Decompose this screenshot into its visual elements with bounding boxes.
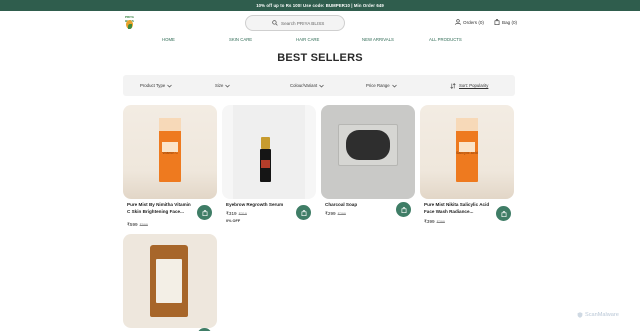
page-title: BEST SELLERS <box>277 52 363 64</box>
product-name[interactable]: Charcoal Soap <box>325 202 391 209</box>
bag-icon <box>401 206 406 213</box>
nav-hair-care[interactable]: HAIR CARE <box>296 36 319 43</box>
product-price: ₹319 <box>226 211 237 216</box>
product-price: ₹599 <box>127 222 138 227</box>
product-mrp: ₹599 <box>139 223 148 227</box>
product-name[interactable]: Eyebrow Regrowth Serum <box>226 202 292 209</box>
search-icon <box>272 20 278 26</box>
soap-bar <box>346 130 390 160</box>
brand-logo[interactable]: PRIYA BLISS <box>121 13 138 32</box>
product-box: Salicylic Acid <box>456 118 478 182</box>
product-image[interactable]: Salicylic Acid <box>420 105 514 199</box>
orders-label: Orders (0) <box>463 19 484 25</box>
add-to-cart-button[interactable] <box>496 206 511 221</box>
nav-skin-care[interactable]: SKIN CARE <box>229 36 252 43</box>
discount-badge: 0% OFF <box>226 219 241 223</box>
nav-new-arrivals[interactable]: NEW ARRIVALS <box>362 36 394 43</box>
sort-dropdown[interactable]: Sort: Popularity <box>448 82 488 89</box>
pouch-label <box>156 259 182 303</box>
filter-price-label: Price Range <box>366 83 390 88</box>
sort-icon <box>450 82 456 89</box>
orders-link[interactable]: Orders (0) <box>455 17 484 27</box>
product-price: ₹399 <box>424 219 435 224</box>
price-row: ₹399 ₹399 <box>424 219 445 225</box>
chevron-down-icon <box>167 84 172 87</box>
nav-home[interactable]: HOME <box>162 36 175 43</box>
product-image[interactable] <box>222 105 316 199</box>
chevron-down-icon <box>225 84 231 87</box>
add-to-cart-button[interactable] <box>396 202 411 217</box>
filter-bar: Product Type Size Colour/Variant Price R… <box>123 75 515 96</box>
bag-icon <box>202 209 207 216</box>
user-icon <box>455 19 461 25</box>
bottle-label <box>261 160 270 168</box>
price-row: ₹299 ₹299 <box>325 211 346 217</box>
watermark-text: ScanMalware <box>585 312 619 318</box>
box-label: Salicylic Acid <box>456 151 478 155</box>
sort-label: Sort: Popularity <box>459 83 489 88</box>
filter-product-type-label: Product Type <box>140 83 166 88</box>
filter-size[interactable]: Size <box>215 82 231 89</box>
filter-colour-label: Colour/Variant <box>290 83 318 88</box>
bottle-cap <box>261 137 270 149</box>
product-image[interactable]: Vitamin C <box>123 105 217 199</box>
bag-label: Bag (0) <box>502 19 518 25</box>
shield-icon <box>577 312 583 318</box>
price-row: ₹319 ₹319 <box>226 211 247 217</box>
add-to-cart-button[interactable] <box>197 205 212 220</box>
filter-product-type[interactable]: Product Type <box>140 82 172 89</box>
bag-link[interactable]: Bag (0) <box>494 17 517 27</box>
price-row: ₹599 ₹599 <box>127 222 148 228</box>
bag-icon <box>494 19 500 25</box>
product-image[interactable] <box>123 234 217 328</box>
bag-icon <box>501 210 506 217</box>
product-price: ₹299 <box>325 211 336 216</box>
search-input[interactable] <box>281 20 341 26</box>
watermark: ScanMalware <box>577 312 619 318</box>
chevron-down-icon <box>319 84 324 87</box>
product-name[interactable]: Pure Mist Nikita Salicylic Acid Face Was… <box>424 202 490 215</box>
filter-colour-variant[interactable]: Colour/Variant <box>290 82 324 89</box>
product-mrp: ₹319 <box>238 212 247 216</box>
product-mrp: ₹399 <box>436 220 445 224</box>
product-name[interactable]: Pure Mist By Nimitha Vitamin C Skin Brig… <box>127 202 193 215</box>
add-to-cart-button[interactable] <box>296 205 311 220</box>
filter-price-range[interactable]: Price Range <box>366 82 397 89</box>
product-image[interactable] <box>321 105 415 199</box>
filter-size-label: Size <box>215 83 224 88</box>
search-bar[interactable] <box>245 15 345 31</box>
announcement-bar: 10% off up to Rs 100! Use code: BUMPER10… <box>0 0 640 11</box>
bag-icon <box>301 209 306 216</box>
box-label: Vitamin C <box>162 151 178 155</box>
product-box: Vitamin C <box>159 118 181 182</box>
product-mrp: ₹299 <box>337 212 346 216</box>
chevron-down-icon <box>391 84 397 87</box>
nav-all-products[interactable]: ALL PRODUCTS <box>429 36 462 43</box>
logo-leaf-green-icon <box>128 24 132 29</box>
